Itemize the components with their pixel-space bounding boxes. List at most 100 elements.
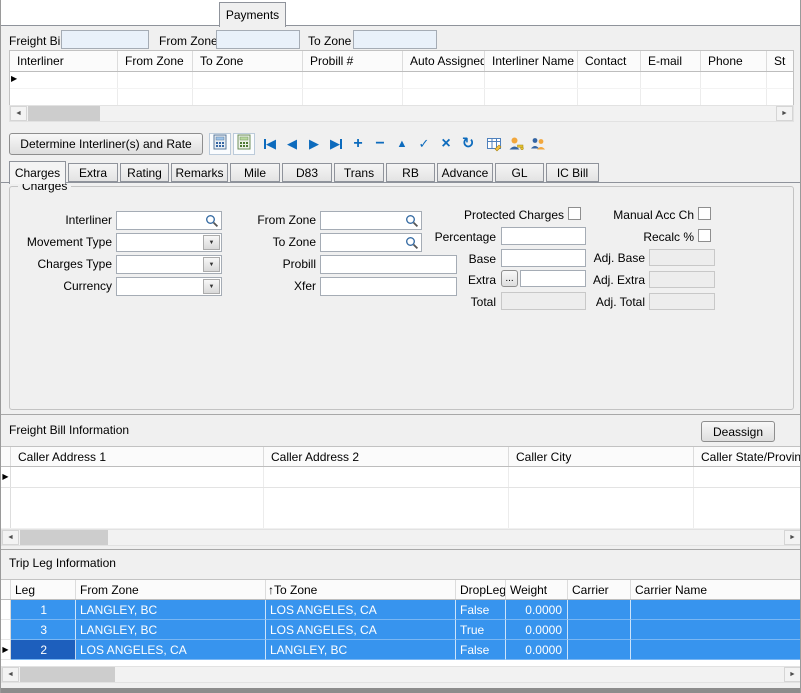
column-header-dropleg[interactable]: DropLeg [456, 580, 506, 599]
cell-weight[interactable]: 0.0000 [506, 640, 568, 660]
interliner-grid-body[interactable]: ▶ [10, 72, 793, 105]
dropdown-button[interactable]: ▼ [203, 235, 220, 250]
percentage-input[interactable] [501, 227, 586, 245]
rate-calculator-button[interactable] [233, 133, 255, 155]
edit-grid-button[interactable] [483, 133, 505, 155]
trip-leg-row-1[interactable]: 1 LANGLEY, BC LOS ANGELES, CA False 0.00… [1, 600, 801, 620]
currency-combo[interactable]: ▼ [116, 277, 222, 296]
grid-cell[interactable] [264, 467, 509, 528]
next-record-button[interactable]: ▶ [303, 133, 325, 155]
cell-weight[interactable]: 0.0000 [506, 620, 568, 640]
cell-from-zone[interactable]: LANGLEY, BC [76, 620, 266, 640]
scroll-right-button[interactable]: ► [784, 667, 801, 682]
tab-gl[interactable]: GL [495, 163, 544, 182]
grid-cell[interactable] [11, 467, 264, 528]
trip-leg-hscrollbar[interactable]: ◄ ► [1, 666, 801, 683]
prior-record-button[interactable]: ◀ [281, 133, 303, 155]
column-header-caller-state-province[interactable]: Caller State/Provin [694, 447, 801, 466]
scrollbar-thumb[interactable] [20, 667, 115, 682]
scrollbar-thumb[interactable] [28, 106, 100, 121]
tab-rating[interactable]: Rating [120, 163, 169, 182]
cell-leg[interactable]: 3 [11, 620, 76, 640]
cell-carrier[interactable] [568, 620, 631, 640]
tab-ic-bill[interactable]: IC Bill [546, 163, 599, 182]
column-header-to-zone[interactable]: To Zone [193, 51, 303, 71]
column-header-st[interactable]: St [767, 51, 793, 71]
column-header-interliner[interactable]: Interliner [10, 51, 118, 71]
charges-from-zone-lookup-field[interactable] [320, 211, 422, 230]
column-header-phone[interactable]: Phone [701, 51, 767, 71]
column-header-contact[interactable]: Contact [578, 51, 641, 71]
cell-from-zone[interactable]: LOS ANGELES, CA [76, 640, 266, 660]
contacts-button[interactable] [527, 133, 549, 155]
cell-carrier[interactable] [568, 640, 631, 660]
column-header-from-zone[interactable]: From Zone [76, 580, 266, 599]
charges-type-combo[interactable]: ▼ [116, 255, 222, 274]
cell-dropleg[interactable]: False [456, 600, 506, 620]
tab-rb[interactable]: RB [386, 163, 435, 182]
column-header-from-zone[interactable]: From Zone [118, 51, 193, 71]
scroll-right-button[interactable]: ► [776, 106, 793, 121]
tab-d83[interactable]: D83 [282, 163, 332, 182]
freight-bill-info-grid-body[interactable]: ▶ [1, 467, 801, 528]
cell-dropleg[interactable]: False [456, 640, 506, 660]
cell-leg[interactable]: 1 [11, 600, 76, 620]
grid-cell[interactable] [694, 467, 801, 528]
scroll-left-button[interactable]: ◄ [10, 106, 27, 121]
movement-type-combo[interactable]: ▼ [116, 233, 222, 252]
extra-ellipsis-button[interactable]: ... [501, 270, 518, 287]
edit-record-button[interactable]: ▲ [391, 133, 413, 155]
trip-leg-row-2[interactable]: 3 LANGLEY, BC LOS ANGELES, CA True 0.000… [1, 620, 801, 640]
first-record-button[interactable]: ◀ [259, 133, 281, 155]
column-header-carrier[interactable]: Carrier [568, 580, 631, 599]
manual-acc-ch-checkbox[interactable] [698, 207, 711, 220]
tab-mile[interactable]: Mile [230, 163, 280, 182]
column-header-leg[interactable]: Leg [11, 580, 76, 599]
dropdown-button[interactable]: ▼ [203, 257, 220, 272]
refresh-button[interactable]: ↻ [457, 133, 479, 155]
dropdown-button[interactable]: ▼ [203, 279, 220, 294]
cell-to-zone[interactable]: LOS ANGELES, CA [266, 600, 456, 620]
tab-trans[interactable]: Trans [334, 163, 384, 182]
column-header-weight[interactable]: Weight [506, 580, 568, 599]
column-header-caller-address-1[interactable]: Caller Address 1 [11, 447, 264, 466]
column-header-auto-assigned[interactable]: Auto Assigned [403, 51, 485, 71]
protected-charges-checkbox[interactable] [568, 207, 581, 220]
column-header-interliner-name[interactable]: Interliner Name [485, 51, 578, 71]
column-header-to-zone[interactable]: ↑To Zone [266, 580, 456, 599]
cell-from-zone[interactable]: LANGLEY, BC [76, 600, 266, 620]
grid-cell[interactable] [509, 467, 694, 528]
recalc-checkbox[interactable] [698, 229, 711, 242]
scrollbar-thumb[interactable] [20, 530, 108, 545]
column-header-email[interactable]: E-mail [641, 51, 701, 71]
tab-charges[interactable]: Charges [9, 161, 66, 184]
cell-to-zone[interactable]: LOS ANGELES, CA [266, 620, 456, 640]
cell-dropleg[interactable]: True [456, 620, 506, 640]
cell-carrier-name[interactable] [631, 640, 801, 660]
cell-leg-focused[interactable]: 2 [11, 640, 76, 660]
column-header-probill[interactable]: Probill # [303, 51, 403, 71]
search-icon[interactable] [205, 214, 219, 228]
delete-record-button[interactable]: − [369, 133, 391, 155]
post-edit-button[interactable]: ✓ [413, 133, 435, 155]
cell-to-zone[interactable]: LANGLEY, BC [266, 640, 456, 660]
scroll-right-button[interactable]: ► [784, 530, 801, 545]
interliner-grid-hscrollbar[interactable]: ◄ ► [9, 105, 794, 122]
cell-carrier[interactable] [568, 600, 631, 620]
scroll-left-button[interactable]: ◄ [2, 530, 19, 545]
calculator-button[interactable] [209, 133, 231, 155]
column-header-carrier-name[interactable]: Carrier Name [631, 580, 801, 599]
insert-record-button[interactable]: + [347, 133, 369, 155]
last-record-button[interactable]: ▶ [325, 133, 347, 155]
column-header-caller-address-2[interactable]: Caller Address 2 [264, 447, 509, 466]
cell-weight[interactable]: 0.0000 [506, 600, 568, 620]
deassign-button[interactable]: Deassign [701, 421, 775, 442]
interliner-lookup-field[interactable] [116, 211, 222, 230]
freight-bill-info-hscrollbar[interactable]: ◄ ► [1, 529, 801, 546]
cell-carrier-name[interactable] [631, 600, 801, 620]
cell-carrier-name[interactable] [631, 620, 801, 640]
cancel-edit-button[interactable]: × [435, 133, 457, 155]
tab-extra[interactable]: Extra [68, 163, 118, 182]
trip-leg-row-3-selected[interactable]: ▶ 2 LOS ANGELES, CA LANGLEY, BC False 0.… [1, 640, 801, 660]
column-header-caller-city[interactable]: Caller City [509, 447, 694, 466]
